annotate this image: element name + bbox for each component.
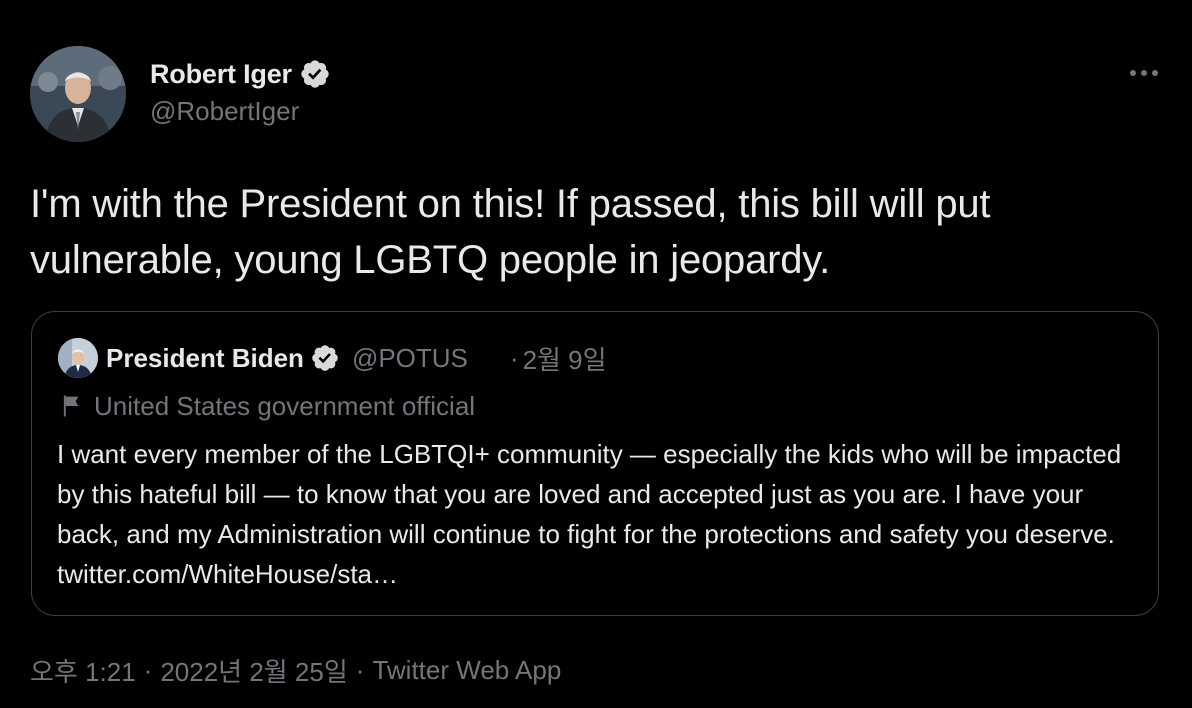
more-options-button[interactable]	[1122, 58, 1166, 88]
verified-badge-icon	[299, 58, 331, 90]
profile-photo-icon	[30, 46, 126, 142]
more-horizontal-icon	[1130, 70, 1158, 76]
author-handle[interactable]: @RobertIger	[150, 96, 299, 127]
quote-header: President Biden @POTUS · 2월 9일	[106, 339, 607, 377]
meta-separator: ·	[355, 654, 365, 685]
profile-photo-icon	[58, 338, 98, 378]
quote-separator: ·	[509, 342, 519, 373]
quote-date[interactable]: 2월 9일	[523, 340, 607, 377]
author-avatar[interactable]	[30, 46, 126, 142]
government-label-text: United States government official	[94, 390, 476, 421]
tweet-source[interactable]: Twitter Web App	[372, 655, 561, 686]
tweet-time[interactable]: 오후 1:21	[30, 652, 136, 689]
tweet: Robert Iger @RobertIger I'm with the Pre…	[0, 0, 1192, 708]
government-label: United States government official	[58, 388, 475, 424]
quote-author-handle[interactable]: @POTUS	[352, 343, 468, 374]
meta-separator: ·	[143, 654, 153, 685]
tweet-date[interactable]: 2022년 2월 25일	[160, 652, 347, 689]
verified-badge-icon	[310, 343, 340, 373]
quote-avatar[interactable]	[58, 338, 98, 378]
tweet-text: I'm with the President on this! If passe…	[30, 182, 991, 282]
quoted-tweet-card[interactable]: President Biden @POTUS · 2월 9일 United St…	[31, 311, 1159, 616]
flag-icon	[58, 392, 86, 420]
author-name[interactable]: Robert Iger	[150, 59, 292, 90]
tweet-meta: 오후 1:21 · 2022년 2월 25일 · Twitter Web App	[30, 652, 561, 688]
author-name-row[interactable]: Robert Iger	[150, 56, 331, 92]
quote-text: I want every member of the LGBTQI+ commu…	[57, 439, 1122, 589]
quote-author-name[interactable]: President Biden	[106, 343, 304, 374]
